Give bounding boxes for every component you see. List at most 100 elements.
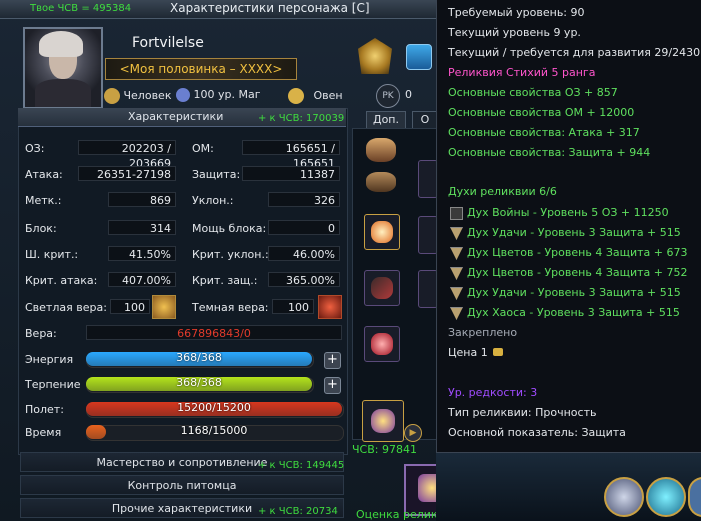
skill-icon-1[interactable] bbox=[604, 477, 644, 517]
light-faith-icon[interactable] bbox=[152, 295, 176, 319]
level-info: 100 ур. Маг bbox=[176, 88, 261, 102]
spirit-icon bbox=[450, 207, 463, 220]
mask-item[interactable] bbox=[366, 172, 396, 192]
add-point-button[interactable]: + bbox=[324, 352, 341, 369]
stat-value: 407.00% bbox=[108, 272, 176, 287]
spirit-line: Дух Войны - Уровень 5 ОЗ + 11250 bbox=[467, 206, 669, 219]
dark-faith-value: 100 bbox=[272, 299, 314, 314]
stat-label: ОМ: bbox=[192, 142, 214, 155]
bar-value: 15200/15200 bbox=[177, 401, 251, 414]
race-icon bbox=[104, 88, 120, 104]
skill-icon-2[interactable] bbox=[646, 477, 686, 517]
bar-label: Время bbox=[25, 426, 62, 439]
stat-label: Уклон.: bbox=[192, 194, 234, 207]
tab-extra[interactable]: Доп. bbox=[366, 111, 406, 129]
partner-title: <Моя половинка – XXXX> bbox=[105, 58, 297, 80]
spirit-line: Дух Цветов - Уровень 4 Защита + 752 bbox=[467, 266, 688, 279]
level-class-label: 100 ур. Маг bbox=[193, 88, 261, 101]
spirit-line: Дух Удачи - Уровень 3 Защита + 515 bbox=[467, 286, 681, 299]
stat-value: 11387 bbox=[242, 166, 340, 181]
tooltip-line: Текущий / требуется для развития 29/2430 bbox=[448, 46, 701, 59]
stat-label: Крит. уклон.: bbox=[192, 248, 269, 261]
stat-value: 41.50% bbox=[108, 246, 176, 261]
price-label: Цена 1 bbox=[448, 346, 504, 359]
spirit-line: Дух Удачи - Уровень 3 Защита + 515 bbox=[467, 226, 681, 239]
stats-title: Характеристики bbox=[128, 110, 224, 123]
relic-slot[interactable] bbox=[362, 400, 404, 442]
rarity-label: Ур. редкости: 3 bbox=[448, 386, 538, 399]
stat-label: ОЗ: bbox=[25, 142, 45, 155]
tooltip-line: Текущий уровень 9 ур. bbox=[448, 26, 581, 39]
race-info: Человек bbox=[104, 88, 171, 104]
achievement-icon[interactable] bbox=[406, 44, 432, 70]
tab-other[interactable]: О bbox=[412, 111, 438, 129]
stat-value: 46.00% bbox=[268, 246, 340, 261]
stat-label: Ш. крит.: bbox=[25, 248, 79, 261]
stats-csv-bonus: + к ЧСВ: 170039 bbox=[258, 113, 345, 124]
bar-label: Полет: bbox=[25, 403, 64, 416]
faith-label: Вера: bbox=[25, 327, 57, 340]
stat-value: 26351-27198 bbox=[78, 166, 176, 181]
section-csv-bonus: + к ЧСВ: 149445 bbox=[258, 460, 345, 471]
side-slot-1[interactable] bbox=[418, 160, 438, 198]
equipment-csv: ЧСВ: 97841 bbox=[352, 443, 417, 456]
light-faith-value: 100 bbox=[110, 299, 150, 314]
weapon-slot[interactable] bbox=[364, 270, 400, 306]
add-point-button[interactable]: + bbox=[324, 377, 341, 394]
stat-label: Мощь блока: bbox=[192, 222, 267, 235]
zodiac-info: Овен bbox=[288, 88, 343, 104]
tooltip-line: Реликвия Стихий 5 ранга bbox=[448, 66, 596, 79]
stat-value: 165651 / 165651 bbox=[242, 140, 340, 170]
bound-label: Закреплено bbox=[448, 326, 518, 339]
dark-faith-label: Темная вера: bbox=[192, 301, 269, 314]
avatar bbox=[23, 27, 103, 109]
total-csv: Твое ЧСВ = 495384 bbox=[30, 3, 132, 14]
spirit-line: Дух Хаоса - Уровень 3 Защита + 515 bbox=[467, 306, 680, 319]
bar-value: 1168/15000 bbox=[180, 424, 248, 437]
relic-type-label: Тип реликвии: Прочность bbox=[448, 406, 597, 419]
section-button[interactable]: Контроль питомца bbox=[20, 475, 344, 495]
side-slot-3[interactable] bbox=[418, 270, 438, 308]
character-name: Fortvilelse bbox=[132, 35, 204, 51]
side-slot-2[interactable] bbox=[418, 216, 438, 254]
zodiac-label: Овен bbox=[313, 89, 343, 102]
class-icon bbox=[176, 88, 190, 102]
pk-icon: PK bbox=[376, 84, 400, 108]
spirits-title: Духи реликвии 6/6 bbox=[448, 185, 557, 198]
potion-slot[interactable] bbox=[364, 326, 400, 362]
coin-icon bbox=[493, 348, 504, 356]
stat-label: Метк.: bbox=[25, 194, 62, 207]
bar-label: Терпение bbox=[25, 378, 81, 391]
faith-value: 667896843/0 bbox=[86, 325, 342, 340]
expand-arrow-icon[interactable]: ▶ bbox=[404, 424, 422, 442]
stat-value: 869 bbox=[108, 192, 176, 207]
bar-value: 368/368 bbox=[176, 351, 222, 364]
stat-value: 314 bbox=[108, 220, 176, 235]
tooltip-line: Основные свойства ОМ + 12000 bbox=[448, 106, 635, 119]
necklace-slot[interactable] bbox=[364, 214, 400, 250]
stat-label: Защита: bbox=[192, 168, 241, 181]
price-text: Цена 1 bbox=[448, 346, 488, 359]
stat-label: Атака: bbox=[25, 168, 63, 181]
stat-label: Блок: bbox=[25, 222, 57, 235]
tooltip-line: Основные свойства ОЗ + 857 bbox=[448, 86, 618, 99]
main-stat-label: Основной показатель: Защита bbox=[448, 426, 626, 439]
stat-label: Крит. защ.: bbox=[192, 274, 258, 287]
section-csv-bonus: + к ЧСВ: 20734 bbox=[258, 506, 338, 517]
light-faith-label: Светлая вера: bbox=[25, 301, 107, 314]
tooltip-line: Основные свойства: Атака + 317 bbox=[448, 126, 640, 139]
bar-label: Энергия bbox=[25, 353, 74, 366]
window-title: Характеристики персонажа [C] bbox=[170, 1, 370, 15]
stat-value: 326 bbox=[268, 192, 340, 207]
stat-value: 365.00% bbox=[268, 272, 340, 287]
tooltip-line: Основные свойства: Защита + 944 bbox=[448, 146, 651, 159]
stat-label: Крит. атака: bbox=[25, 274, 98, 287]
tooltip-line: Требуемый уровень: 90 bbox=[448, 6, 585, 19]
pk-value: 0 bbox=[405, 88, 412, 101]
spirit-line: Дух Цветов - Уровень 4 Защита + 673 bbox=[467, 246, 688, 259]
helmet-item[interactable] bbox=[366, 138, 396, 162]
stat-value: 0 bbox=[268, 220, 340, 235]
dark-faith-icon[interactable] bbox=[318, 295, 342, 319]
bar-value: 368/368 bbox=[176, 376, 222, 389]
stat-value: 202203 / 203669 bbox=[78, 140, 176, 170]
